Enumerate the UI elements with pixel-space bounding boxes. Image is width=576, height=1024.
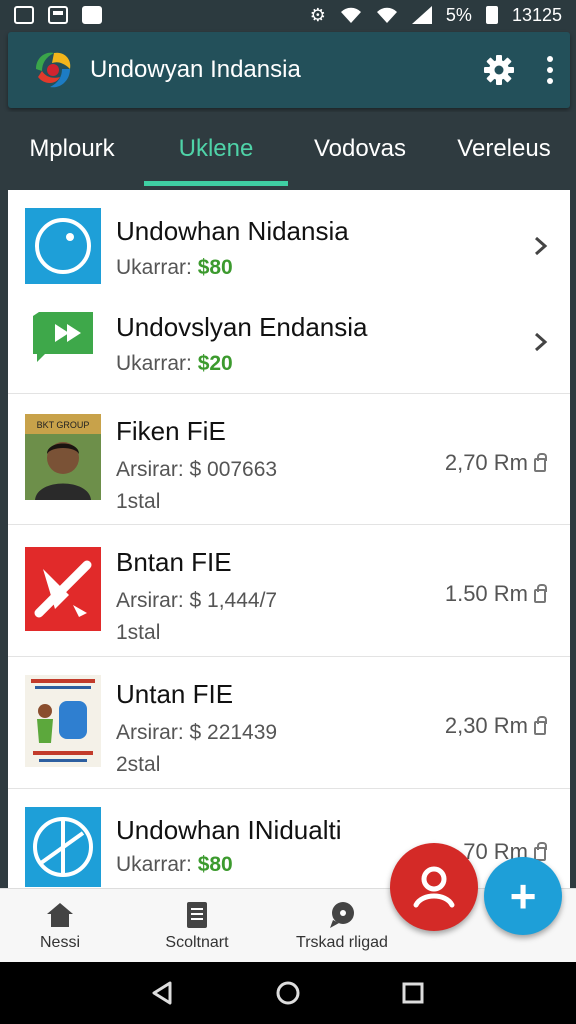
nav-item-nessi[interactable]: Nessi [0,889,120,962]
tab-vereleus[interactable]: Vereleus [432,112,576,186]
lock-icon [534,584,547,603]
battery-icon [485,6,498,24]
wifi-secondary-icon [376,7,397,23]
overflow-menu-icon[interactable] [546,56,554,84]
save-icon [82,6,102,24]
app-logo-icon [36,52,71,88]
item-subtitle: Arsirar: $ 007663 [116,458,278,481]
svg-text:BKT GROUP: BKT GROUP [37,420,90,430]
person-photo-thumbnail: BKT GROUP [25,414,101,500]
lock-icon [534,453,547,472]
chevron-right-icon[interactable] [534,332,548,352]
profile-fab-button[interactable] [390,843,478,931]
settings-gear-icon[interactable] [482,53,516,87]
item-subtitle: Arsirar: $ 1,444/7 [116,589,278,612]
item-time: 2,70 Rm [445,450,547,476]
item-subtitle: Ukarrar: $80 [116,853,233,876]
item-status: 2stal [116,753,161,776]
home-icon [47,902,73,927]
poster-thumbnail [25,675,101,767]
item-title: Undowhan Nidansia [116,216,349,246]
lock-icon [534,716,547,735]
tab-vodovas[interactable]: Vodovas [288,112,432,186]
briefcase-icon [48,6,68,24]
back-icon[interactable] [150,980,176,1006]
item-price: $80 [197,853,233,876]
item-status: 1stal [116,621,161,644]
item-title: Fiken FiE [116,416,226,446]
item-title: Bntan FIE [116,547,232,577]
item-title: Undovslyan Endansia [116,312,368,342]
item-subtitle: Arsirar: $ 221439 [116,721,278,744]
list-item[interactable]: Undovslyan Endansia Ukarrar: $20 [8,286,570,394]
item-price: $80 [197,256,233,279]
chevron-right-icon[interactable] [534,236,548,256]
item-time: 2,30 Rm [445,713,547,739]
home-circle-icon[interactable] [275,980,301,1006]
list-item[interactable]: BKT GROUP Fiken FiE Arsirar: $ 007663 1s… [8,394,570,525]
item-subtitle: Ukarrar: $80 [116,256,233,279]
signal-icon [411,6,432,24]
add-fab-button[interactable]: + [484,857,562,935]
video-chat-icon [33,312,93,362]
app-bar: Undowyan Indansia [8,32,570,108]
red-plane-icon [25,547,101,631]
document-icon [187,901,207,928]
item-subtitle: Ukarrar: $20 [116,352,233,375]
tab-mplourk[interactable]: Mplourk [0,112,144,186]
item-price: $20 [197,352,233,375]
app-title: Undowyan Indansia [90,56,301,83]
item-title: Untan FIE [116,679,234,709]
tab-uklene[interactable]: Uklene [144,112,288,186]
clock: 13125 [511,4,562,25]
wifi-icon [340,7,361,23]
vibrate-icon: ⚙ [309,5,326,25]
status-bar: ⚙ 5% 13125 [0,0,576,30]
list-item[interactable]: Untan FIE Arsirar: $ 221439 2stal 2,30 R… [8,657,570,789]
item-title: Undowhan INidualti [116,815,342,845]
system-navigation-bar [0,962,576,1024]
list-item[interactable]: Undowhan INidualti Ukarrar: $80 70 Rm [8,789,570,890]
item-list: Undowhan Nidansia Ukarrar: $80 Undovslya… [8,190,570,890]
person-icon [413,866,455,908]
battery-percent: 5% [445,4,472,25]
chat-icon [330,901,354,928]
item-time: 1.50 Rm [445,581,547,607]
list-item[interactable]: Bntan FIE Arsirar: $ 1,444/7 1stal 1.50 … [8,525,570,657]
recents-icon[interactable] [400,980,426,1006]
plus-icon: + [509,870,537,922]
screenshot-icon [14,6,34,24]
nav-item-scoltnart[interactable]: Scoltnart [127,889,267,962]
tab-bar: Mplourk Uklene Vodovas Vereleus [0,112,576,186]
circle-app-icon [25,208,101,284]
compass-app-icon [25,807,101,887]
item-status: 1stal [116,490,161,513]
list-item[interactable]: Undowhan Nidansia Ukarrar: $80 [8,190,570,286]
